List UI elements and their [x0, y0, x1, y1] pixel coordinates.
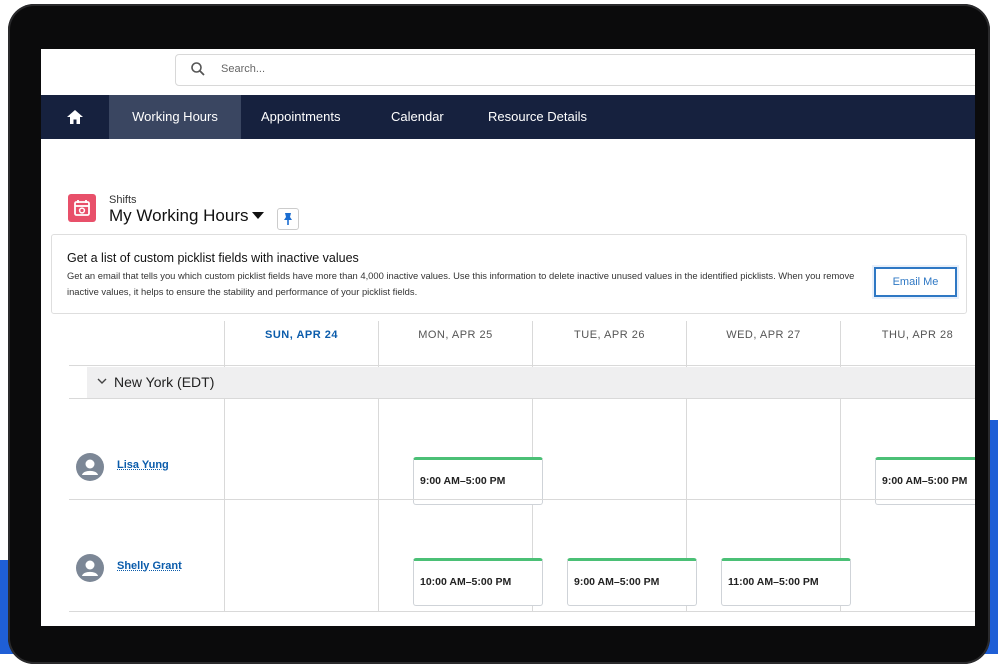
shift-card[interactable]: 11:00 AM–5:00 PM — [721, 558, 851, 606]
object-label: Shifts — [109, 194, 137, 206]
shift-time: 11:00 AM–5:00 PM — [728, 576, 819, 588]
chevron-down-icon — [97, 378, 107, 384]
day-header: MON, APR 25 — [418, 329, 493, 341]
search-placeholder: Search... — [221, 63, 266, 75]
row-divider — [69, 365, 975, 366]
tab-label: Working Hours — [132, 109, 218, 124]
tab-label: Appointments — [261, 109, 341, 124]
pin-button[interactable] — [277, 208, 299, 230]
resource-name-link[interactable]: Shelly Grant — [117, 560, 182, 572]
day-header: WED, APR 27 — [726, 329, 801, 341]
shift-time: 10:00 AM–5:00 PM — [420, 576, 512, 588]
shift-time: 9:00 AM–5:00 PM — [882, 475, 968, 487]
avatar — [76, 453, 104, 481]
shift-card[interactable]: 10:00 AM–5:00 PM — [413, 558, 543, 606]
shift-card[interactable]: 9:00 AM–5:00 PM — [413, 457, 543, 505]
tab-label: Calendar — [391, 109, 444, 124]
timezone-group-header[interactable]: New York (EDT) — [87, 367, 975, 398]
day-header: TUE, APR 26 — [574, 329, 645, 341]
email-me-button[interactable]: Email Me — [874, 267, 957, 297]
tab-resource-details[interactable]: Resource Details — [488, 95, 587, 139]
shift-card[interactable]: 9:00 AM–5:00 PM — [875, 457, 975, 505]
tab-appointments[interactable]: Appointments — [261, 95, 341, 139]
shift-card[interactable]: 9:00 AM–5:00 PM — [567, 558, 697, 606]
user-icon — [82, 459, 98, 475]
banner-text: Get an email that tells you which custom… — [67, 270, 855, 297]
row-divider — [69, 398, 975, 399]
day-header: SUN, APR 24 — [265, 329, 338, 341]
shift-time: 9:00 AM–5:00 PM — [420, 475, 506, 487]
banner-title: Get a list of custom picklist fields wit… — [67, 251, 359, 265]
tab-working-hours[interactable]: Working Hours — [109, 95, 241, 139]
calendar-icon — [68, 194, 96, 222]
home-icon[interactable] — [65, 107, 85, 127]
shift-time: 9:00 AM–5:00 PM — [574, 576, 660, 588]
nav-bar: Working Hours Appointments Calendar Reso… — [41, 95, 975, 139]
search-icon — [191, 62, 205, 76]
device-frame: Search... Working Hours Appointments Cal… — [8, 4, 990, 664]
pin-icon — [284, 213, 292, 225]
info-banner: Get a list of custom picklist fields wit… — [51, 234, 967, 314]
page-title: My Working Hours — [109, 206, 249, 225]
row-divider — [69, 499, 975, 500]
calendar-grid: SUN, APR 24 MON, APR 25 TUE, APR 26 WED,… — [69, 321, 975, 626]
app-screen: Search... Working Hours Appointments Cal… — [41, 49, 975, 626]
row-divider — [69, 611, 975, 612]
day-header: THU, APR 28 — [881, 329, 954, 341]
timezone-group-label: New York (EDT) — [114, 374, 215, 390]
avatar — [76, 554, 104, 582]
tab-calendar[interactable]: Calendar — [391, 95, 444, 139]
user-icon — [82, 560, 98, 576]
tab-label: Resource Details — [488, 109, 587, 124]
email-me-label: Email Me — [892, 276, 939, 288]
chevron-down-icon[interactable] — [252, 212, 264, 219]
global-header: Search... — [41, 49, 975, 96]
search-input[interactable]: Search... — [175, 54, 975, 86]
resource-name-link[interactable]: Lisa Yung — [117, 459, 169, 471]
